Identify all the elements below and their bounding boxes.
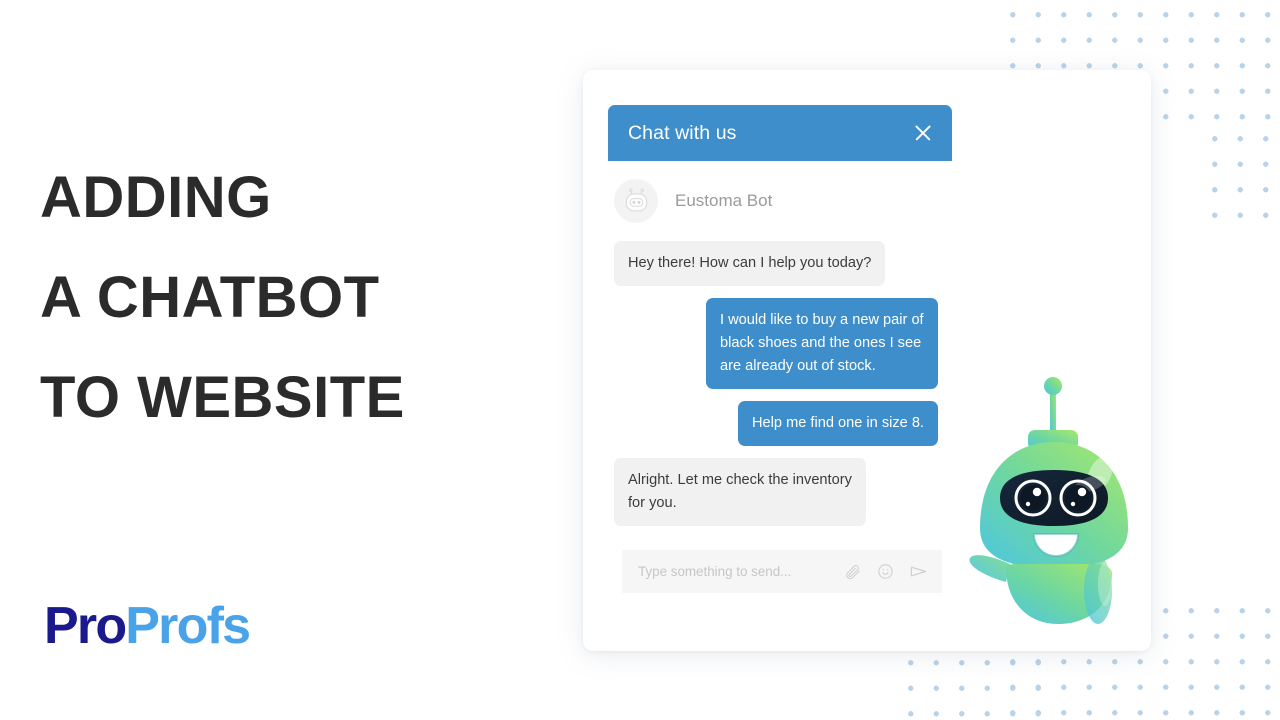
page-title: ADDING A CHATBOT TO WEBSITE (40, 148, 405, 448)
emoji-icon[interactable] (877, 563, 894, 580)
message-row: Alright. Let me check the inventory for … (608, 458, 952, 526)
chat-widget-header: Chat with us (608, 105, 952, 161)
chatbot-robot-mascot (966, 368, 1142, 626)
chat-widget-title: Chat with us (628, 121, 737, 144)
message-input[interactable] (638, 564, 830, 579)
robot-head-icon (614, 179, 658, 223)
headline-line-2: A CHATBOT (40, 265, 380, 330)
user-message-bubble: I would like to buy a new pair of black … (706, 298, 938, 389)
logo-text-profs: Profs (125, 597, 251, 655)
bot-identity-row: Eustoma Bot (608, 161, 952, 229)
message-composer (622, 550, 942, 593)
dot-pattern-bottom-left (892, 644, 1058, 720)
proprofs-logo: ProProfs (44, 597, 251, 655)
message-row: I would like to buy a new pair of black … (608, 298, 952, 389)
attachment-icon[interactable] (845, 563, 862, 580)
chat-preview-card: Chat with us Eustoma Bot Hey there! How … (583, 70, 1151, 651)
chat-message-list: Eustoma Bot Hey there! How can I help yo… (608, 161, 952, 526)
dot-pattern-mid-right (1196, 120, 1280, 232)
message-row: Help me find one in size 8. (608, 401, 952, 446)
logo-text-pro: Pro (44, 597, 127, 655)
bot-message-bubble: Hey there! How can I help you today? (614, 241, 886, 286)
close-icon[interactable] (912, 122, 934, 144)
send-icon[interactable] (909, 562, 928, 581)
bot-message-bubble: Alright. Let me check the inventory for … (614, 458, 866, 526)
user-message-bubble: Help me find one in size 8. (738, 401, 938, 446)
chat-widget: Chat with us Eustoma Bot Hey there! How … (608, 105, 952, 593)
bot-name-label: Eustoma Bot (675, 191, 773, 210)
headline-line-1: ADDING (40, 165, 272, 230)
slide-canvas: ADDING A CHATBOT TO WEBSITE ProProfs Cha… (0, 0, 1280, 720)
message-row: Hey there! How can I help you today? (608, 241, 952, 286)
headline-line-3: TO WEBSITE (40, 365, 405, 430)
